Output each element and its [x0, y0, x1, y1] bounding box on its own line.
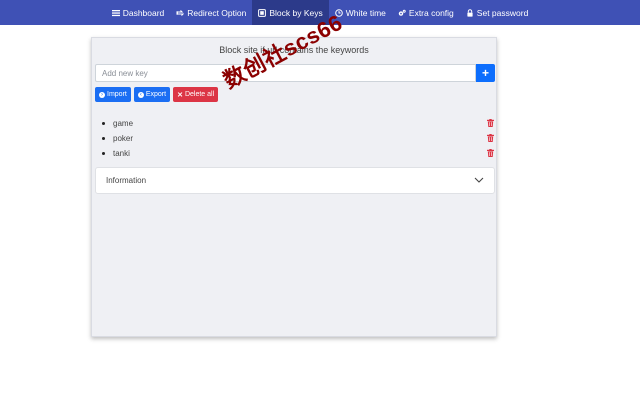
import-label: Import	[107, 91, 127, 98]
delete-all-button[interactable]: ✕ Delete all	[173, 87, 219, 102]
action-buttons: › Import ‹ Export ✕ Delete all	[95, 87, 219, 102]
clock-icon	[334, 8, 343, 17]
nav-item-block-by-keys[interactable]: Block by Keys	[252, 0, 329, 25]
nav-item-white-time[interactable]: White time	[329, 0, 392, 25]
add-key-row: +	[95, 64, 495, 82]
nav-label-extra-config: Extra config	[408, 7, 454, 18]
nav-item-redirect-option[interactable]: Redirect Option	[170, 0, 252, 25]
keyword-text: poker	[113, 134, 134, 143]
plus-icon: +	[481, 66, 489, 80]
add-key-button[interactable]: +	[476, 64, 495, 82]
lock-icon	[466, 8, 474, 17]
list-item: poker	[102, 131, 496, 146]
accordion-label: Information	[106, 176, 147, 185]
nav-label-set-password: Set password	[476, 7, 529, 18]
information-accordion[interactable]: Information	[95, 167, 495, 194]
nav-item-extra-config[interactable]: Extra config	[392, 0, 460, 25]
trash-icon[interactable]	[487, 149, 494, 157]
nav-item-dashboard[interactable]: Dashboard	[106, 0, 171, 25]
page-title: Block site if url contains the keywords	[219, 45, 369, 55]
keyword-text: game	[113, 119, 134, 128]
nav-item-set-password[interactable]: Set password	[460, 0, 535, 25]
block-by-keys-panel: Block site if url contains the keywords …	[91, 37, 497, 337]
nav-label-redirect-option: Redirect Option	[187, 7, 247, 18]
block-icon	[258, 8, 267, 17]
nav-label-white-time: White time	[345, 7, 386, 18]
export-button[interactable]: ‹ Export	[133, 87, 171, 102]
export-label: Export	[145, 91, 167, 98]
nav-label-block-by-keys: Block by Keys	[269, 7, 323, 18]
redirect-icon	[176, 9, 185, 17]
delete-all-label: Delete all	[184, 91, 215, 98]
close-icon: ✕	[177, 91, 183, 99]
gears-icon	[398, 9, 406, 17]
trash-icon[interactable]	[487, 119, 494, 127]
top-navbar: Dashboard Redirect Option Block by Keys …	[0, 0, 640, 25]
bullet	[102, 152, 105, 155]
list-item: tanki	[102, 146, 496, 161]
arrow-circle-icon: ›	[99, 91, 105, 98]
bullet	[102, 122, 105, 125]
keyword-list: game poker tanki	[102, 116, 496, 161]
bullet	[102, 137, 105, 140]
import-button[interactable]: › Import	[95, 87, 131, 102]
list-item: game	[102, 116, 496, 131]
nav-label-dashboard: Dashboard	[122, 7, 165, 18]
arrow-circle-icon: ‹	[137, 91, 144, 98]
chevron-down-icon	[474, 176, 484, 185]
keyword-text: tanki	[113, 149, 130, 158]
list-icon	[111, 9, 120, 17]
new-key-input[interactable]	[95, 64, 476, 82]
trash-icon[interactable]	[487, 134, 494, 142]
